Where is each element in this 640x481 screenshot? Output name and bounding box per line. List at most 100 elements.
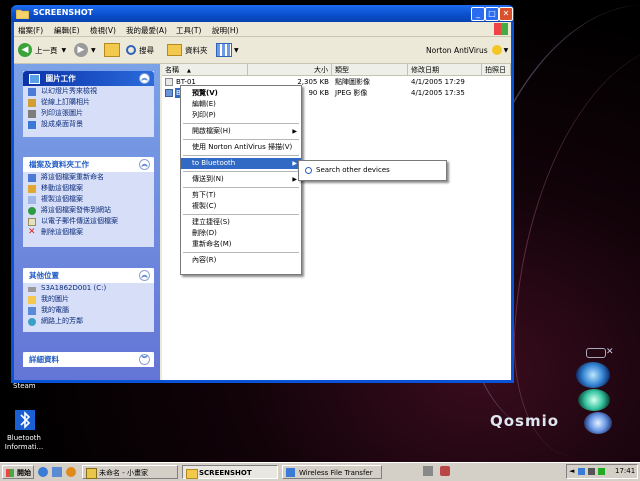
clock[interactable]: 17:41	[615, 467, 635, 475]
context-menu-item[interactable]: 開啟檔案(H) ▶	[181, 126, 301, 137]
maximize-button[interactable]: □	[485, 7, 499, 21]
place-drive-c[interactable]: S3A1862D001 (C:)	[23, 283, 154, 294]
up-folder-button[interactable]	[104, 42, 120, 58]
task-publish-web[interactable]: 將這個檔案發佈到網站	[23, 205, 154, 216]
task-order-prints[interactable]: 從線上訂購相片	[23, 97, 154, 108]
place-network[interactable]: 網路上的芳鄰	[23, 316, 154, 327]
context-menu-item[interactable]: 內容(R)	[181, 255, 301, 266]
context-menu-item[interactable]: 編輯(E)	[181, 99, 301, 110]
norton-antivirus-button[interactable]: Norton AntiVirus ▼	[426, 42, 508, 58]
views-button[interactable]: ▼	[216, 42, 239, 58]
panel-header[interactable]: 檔案及資料夾工作 ︽	[23, 157, 154, 172]
tray-icon[interactable]	[423, 466, 433, 476]
bitmap-file-icon	[165, 78, 173, 86]
column-name[interactable]: 名稱 ▲	[162, 64, 248, 76]
context-menu-item[interactable]: to Bluetooth ▶	[181, 158, 301, 169]
up-folder-icon	[104, 43, 120, 57]
bluetooth-desktop-label[interactable]: Bluetooth Informati...	[2, 434, 46, 452]
panel-header[interactable]: 其他位置 ︽	[23, 268, 154, 283]
folder-icon	[167, 44, 182, 56]
context-menu-separator	[183, 187, 299, 188]
place-my-pictures[interactable]: 我的圖片	[23, 294, 154, 305]
delete-icon: ✕	[28, 227, 36, 237]
chevron-down-icon: ▼	[234, 46, 239, 54]
search-button[interactable]: 搜尋	[126, 42, 154, 58]
windows-logo-icon	[6, 469, 14, 477]
context-menu-item[interactable]: 列印(P)	[181, 110, 301, 121]
place-my-computer[interactable]: 我的電腦	[23, 305, 154, 316]
task-copy[interactable]: 複製這個檔案	[23, 194, 154, 205]
media-disc-icon[interactable]	[578, 389, 610, 411]
back-button[interactable]: ◀ 上一頁 ▼	[18, 42, 66, 58]
menu-view[interactable]: 檢視(V)	[90, 25, 116, 36]
task-print-picture[interactable]: 列印這張圖片	[23, 108, 154, 119]
network-tray-icon[interactable]	[578, 468, 585, 475]
brand-logo: Qosmio	[490, 412, 560, 430]
context-menu: 預覽(V) 編輯(E) 列印(P) 開啟檔案(H) ▶ 使用 Norton AntiVir…	[180, 85, 302, 275]
collapse-chevron-icon[interactable]: ︽	[139, 73, 150, 84]
menu-edit[interactable]: 編輯(E)	[54, 25, 80, 36]
window-title: SCREENSHOT	[33, 8, 94, 17]
task-move[interactable]: 移動這個檔案	[23, 183, 154, 194]
menu-tools[interactable]: 工具(T)	[176, 25, 201, 36]
chevron-down-icon: ▼	[61, 46, 67, 54]
task-paint[interactable]: 未命名 - 小畫家	[82, 465, 178, 479]
menu-file[interactable]: 檔案(F)	[18, 25, 43, 36]
task-set-background[interactable]: 設成桌面背景	[23, 119, 154, 130]
task-rename[interactable]: 將這個檔案重新命名	[23, 172, 154, 183]
bluetooth-icon[interactable]	[12, 408, 38, 432]
task-email[interactable]: 以電子郵件傳送這個檔案	[23, 216, 154, 227]
column-modified[interactable]: 修改日期	[408, 64, 482, 76]
expand-chevron-icon[interactable]: ︾	[139, 354, 150, 365]
task-delete[interactable]: ✕ 刪除這個檔案	[23, 227, 154, 238]
close-icon[interactable]: ✕	[606, 348, 615, 357]
steam-desktop-label[interactable]: Steam	[13, 382, 36, 391]
context-menu-item[interactable]: 使用 Norton AntiVirus 掃描(V)	[181, 142, 301, 153]
media-disc-icon[interactable]	[584, 412, 612, 434]
context-menu-item[interactable]: 重新命名(M)	[181, 239, 301, 250]
tray-icon[interactable]	[440, 466, 450, 476]
task-screenshot-folder[interactable]: SCREENSHOT	[182, 465, 278, 479]
volume-icon[interactable]	[588, 468, 595, 475]
desktop-background-icon	[28, 121, 36, 129]
context-menu-item[interactable]: 複製(C)	[181, 201, 301, 212]
task-wireless-file-transfer[interactable]: Wireless File Transfer	[282, 465, 382, 479]
folders-button[interactable]: 資料夾	[167, 42, 208, 58]
jpeg-file-icon	[165, 89, 173, 97]
context-menu-item[interactable]: 傳送到(N) ▶	[181, 174, 301, 185]
panel-header[interactable]: 圖片工作 ︽	[23, 71, 154, 86]
collapse-chevron-icon[interactable]: ︽	[139, 270, 150, 281]
column-date-taken[interactable]: 拍照日	[482, 64, 511, 76]
collapse-chevron-icon[interactable]: ︽	[139, 159, 150, 170]
forward-button[interactable]: ▶ ▼	[74, 42, 96, 58]
context-menu-item[interactable]: 剪下(T)	[181, 190, 301, 201]
context-menu-item[interactable]: 預覽(V)	[181, 88, 301, 99]
context-menu-item[interactable]: 刪除(D)	[181, 228, 301, 239]
minimize-button[interactable]: _	[471, 7, 485, 21]
expand-tray-icon[interactable]: ◄	[569, 467, 574, 475]
toolbar: ◀ 上一頁 ▼ ▶ ▼ 搜尋 資料夾 ▼ Norton AntiVirus ▼	[14, 37, 511, 64]
menu-favorites[interactable]: 我的最愛(A)	[126, 25, 167, 36]
folder-icon	[186, 469, 198, 479]
column-type[interactable]: 類型	[332, 64, 408, 76]
menu-help[interactable]: 說明(H)	[212, 25, 239, 36]
paint-icon	[86, 468, 97, 479]
context-menu-item[interactable]: 建立捷徑(S)	[181, 217, 301, 228]
quicklaunch-media-icon[interactable]	[66, 467, 76, 477]
panel-header[interactable]: 詳細資料 ︾	[23, 352, 154, 367]
power-icon[interactable]	[598, 468, 605, 475]
slideshow-icon	[28, 88, 36, 96]
email-icon	[28, 218, 36, 226]
column-size[interactable]: 大小	[248, 64, 332, 76]
folder-icon	[16, 9, 29, 19]
quicklaunch-desktop-icon[interactable]	[52, 467, 62, 477]
media-disc-icon[interactable]	[576, 362, 610, 388]
quicklaunch-ie-icon[interactable]	[38, 467, 48, 477]
other-places-panel: 其他位置 ︽ S3A1862D001 (C:) 我的圖片 我的電腦 網路上的芳鄰	[23, 268, 154, 332]
desktop-control-icon[interactable]	[586, 348, 606, 358]
title-bar[interactable]: SCREENSHOT _ □ ✕	[11, 5, 514, 22]
submenu-item-search-devices[interactable]: Search other devices	[299, 165, 446, 176]
task-slideshow[interactable]: 以幻燈片秀來檢視	[23, 86, 154, 97]
start-button[interactable]: 開始	[2, 465, 34, 479]
close-button[interactable]: ✕	[499, 7, 513, 21]
